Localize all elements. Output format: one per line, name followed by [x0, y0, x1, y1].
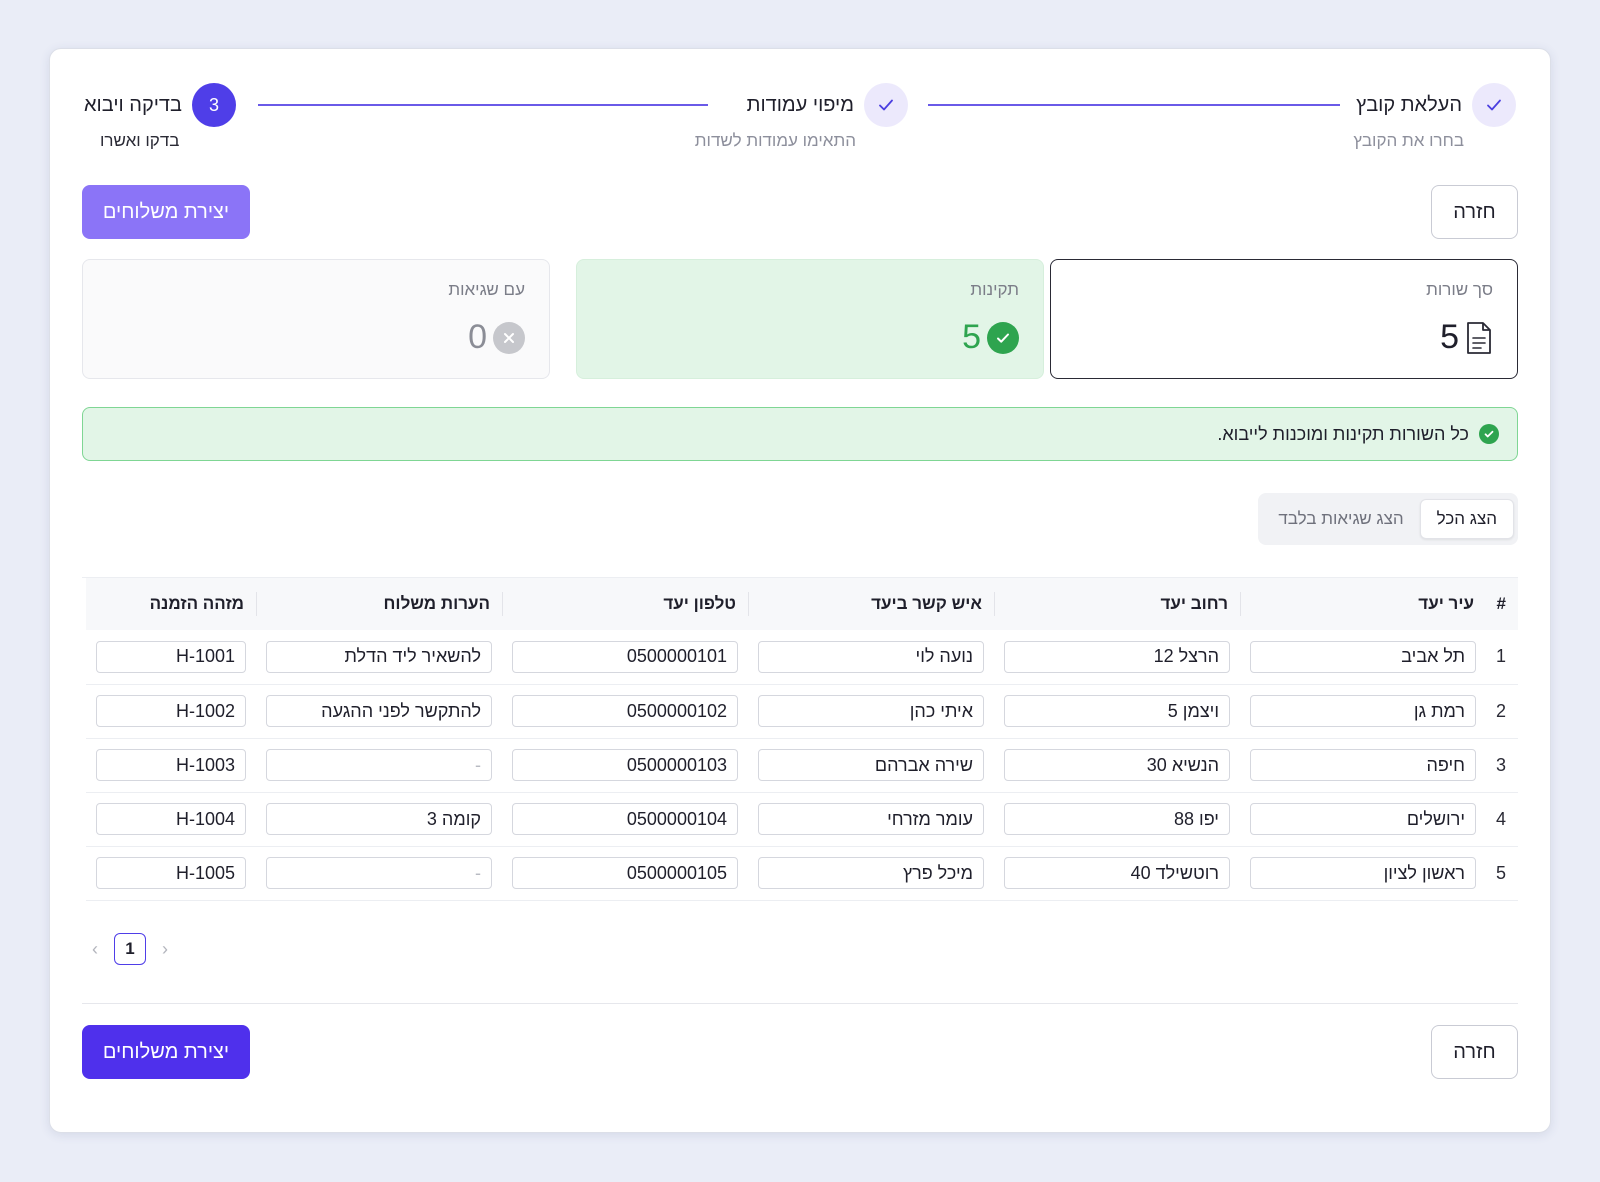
row-index: 2 [1486, 684, 1518, 739]
contact-field[interactable]: שירה אברהם [758, 749, 984, 781]
step-map-columns: מיפוי עמודות [747, 83, 908, 127]
row-index: 5 [1486, 846, 1518, 901]
step-subtitle: בחרו את הקובץ [1353, 131, 1464, 150]
phone-field[interactable]: 0500000104 [512, 803, 738, 835]
order-id-field[interactable]: H-1003 [96, 749, 246, 781]
table-row: 2 רמת גן ויצמן 5 איתי כהן 0500000102 להת… [86, 684, 1518, 739]
column-header-contact: איש קשר ביעד [748, 578, 994, 630]
table-row: 5 ראשון לציון רוטשילד 40 מיכל פרץ 050000… [86, 846, 1518, 901]
contact-field[interactable]: עומר מזרחי [758, 803, 984, 835]
city-field[interactable]: תל אביב [1250, 640, 1476, 673]
contact-field[interactable]: נועה לוי [758, 640, 984, 673]
table-row: 1 תל אביב הרצל 12 נועה לוי 0500000101 לה… [86, 630, 1518, 685]
page-button[interactable]: 1 [114, 933, 146, 965]
create-shipments-button-bottom[interactable]: יצירת משלוחים [82, 1025, 250, 1079]
filter-show-all[interactable]: הצג הכל [1419, 499, 1514, 539]
check-circle-icon [987, 321, 1019, 354]
table-header-row: # עיר יעד רחוב יעד איש קשר ביעד טלפון יע… [86, 578, 1518, 630]
document-icon [1465, 321, 1493, 355]
notes-field[interactable]: להשאיר ליד הדלת [266, 640, 492, 673]
phone-field[interactable]: 0500000105 [512, 857, 738, 889]
check-icon [864, 83, 908, 127]
column-header-notes: הערות משלוח [256, 578, 502, 630]
contact-field[interactable]: איתי כהן [758, 695, 984, 727]
step-connector [928, 104, 1340, 106]
check-icon [1472, 83, 1516, 127]
order-id-field[interactable]: H-1004 [96, 803, 246, 835]
step-upload-file: העלאת קובץ [1356, 83, 1516, 127]
notes-field[interactable]: להתקשר לפני ההגעה [266, 695, 492, 727]
table-row: 4 ירושלים יפו 88 עומר מזרחי 0500000104 ק… [86, 792, 1518, 847]
table-row: 3 חיפה הנשיא 30 שירה אברהם 0500000103 - … [86, 738, 1518, 793]
street-field[interactable]: רוטשילד 40 [1004, 857, 1230, 889]
row-index: 4 [1486, 792, 1518, 847]
stat-value: 5 [962, 318, 981, 356]
step-title: בדיקה ויבוא [84, 93, 182, 116]
row-index: 3 [1486, 738, 1518, 793]
contact-field[interactable]: מיכל פרץ [758, 857, 984, 889]
preview-table: # עיר יעד רחוב יעד איש קשר ביעד טלפון יע… [86, 578, 1518, 901]
column-header-phone: טלפון יעד [502, 578, 748, 630]
stat-value: 5 [1440, 318, 1459, 356]
stepper: העלאת קובץ בחרו את הקובץ מיפוי עמודות הת… [84, 83, 1516, 183]
footer-divider [82, 1003, 1518, 1004]
alert-text: כל השורות תקינות ומוכנות לייבוא. [1217, 423, 1469, 444]
filter-errors-only[interactable]: הצג שגיאות בלבד [1262, 499, 1419, 539]
step-number-badge: 3 [191, 83, 236, 127]
stat-value: 0 [468, 318, 487, 356]
step-review-import: 3 בדיקה ויבוא [84, 83, 236, 127]
pagination: ‹ 1 › [88, 933, 172, 965]
create-shipments-button[interactable]: יצירת משלוחים [82, 185, 250, 239]
phone-field[interactable]: 0500000101 [512, 640, 738, 673]
step-connector [258, 104, 708, 106]
stat-valid-rows: תקינות 5 [576, 259, 1044, 379]
order-id-field[interactable]: H-1005 [96, 857, 246, 889]
stat-error-rows: עם שגיאות 0 [82, 259, 550, 379]
row-index: 1 [1486, 630, 1518, 685]
success-alert: כל השורות תקינות ומוכנות לייבוא. [82, 407, 1518, 461]
city-field[interactable]: ירושלים [1250, 803, 1476, 835]
street-field[interactable]: הרצל 12 [1004, 640, 1230, 673]
notes-field[interactable]: - [266, 857, 492, 889]
street-field[interactable]: יפו 88 [1004, 803, 1230, 835]
column-header-index: # [1486, 578, 1518, 630]
order-id-field[interactable]: H-1002 [96, 695, 246, 727]
step-title: העלאת קובץ [1356, 93, 1462, 116]
stat-label: סך שורות [1426, 280, 1493, 299]
preview-table-wrapper: # עיר יעד רחוב יעד איש קשר ביעד טלפון יע… [82, 577, 1518, 901]
column-header-street: רחוב יעד [994, 578, 1240, 630]
phone-field[interactable]: 0500000103 [512, 749, 738, 781]
import-card: העלאת קובץ בחרו את הקובץ מיפוי עמודות הת… [49, 48, 1551, 1133]
street-field[interactable]: הנשיא 30 [1004, 749, 1230, 781]
notes-field[interactable]: - [266, 749, 492, 781]
street-field[interactable]: ויצמן 5 [1004, 695, 1230, 727]
column-header-city: עיר יעד [1240, 578, 1486, 630]
city-field[interactable]: רמת גן [1250, 695, 1476, 727]
chevron-right-icon[interactable]: › [158, 939, 172, 960]
order-id-field[interactable]: H-1001 [96, 640, 246, 673]
back-button-bottom[interactable]: חזרה [1431, 1025, 1518, 1079]
city-field[interactable]: חיפה [1250, 749, 1476, 781]
stat-label: תקינות [970, 280, 1019, 299]
phone-field[interactable]: 0500000102 [512, 695, 738, 727]
step-subtitle: בדקו ואשרו [100, 131, 180, 150]
step-subtitle: התאימו עמודות לשדות [694, 131, 856, 150]
check-circle-icon [1479, 424, 1499, 444]
stat-total-rows: סך שורות 5 [1050, 259, 1518, 379]
column-header-order-id: מזהה הזמנה [86, 578, 256, 630]
row-filter: הצג הכל הצג שגיאות בלבד [1258, 493, 1518, 545]
stat-label: עם שגיאות [448, 280, 525, 299]
city-field[interactable]: ראשון לציון [1250, 857, 1476, 889]
back-button[interactable]: חזרה [1431, 185, 1518, 239]
x-circle-icon [493, 321, 525, 354]
chevron-left-icon[interactable]: ‹ [88, 939, 102, 960]
notes-field[interactable]: קומה 3 [266, 803, 492, 835]
step-title: מיפוי עמודות [746, 93, 854, 116]
